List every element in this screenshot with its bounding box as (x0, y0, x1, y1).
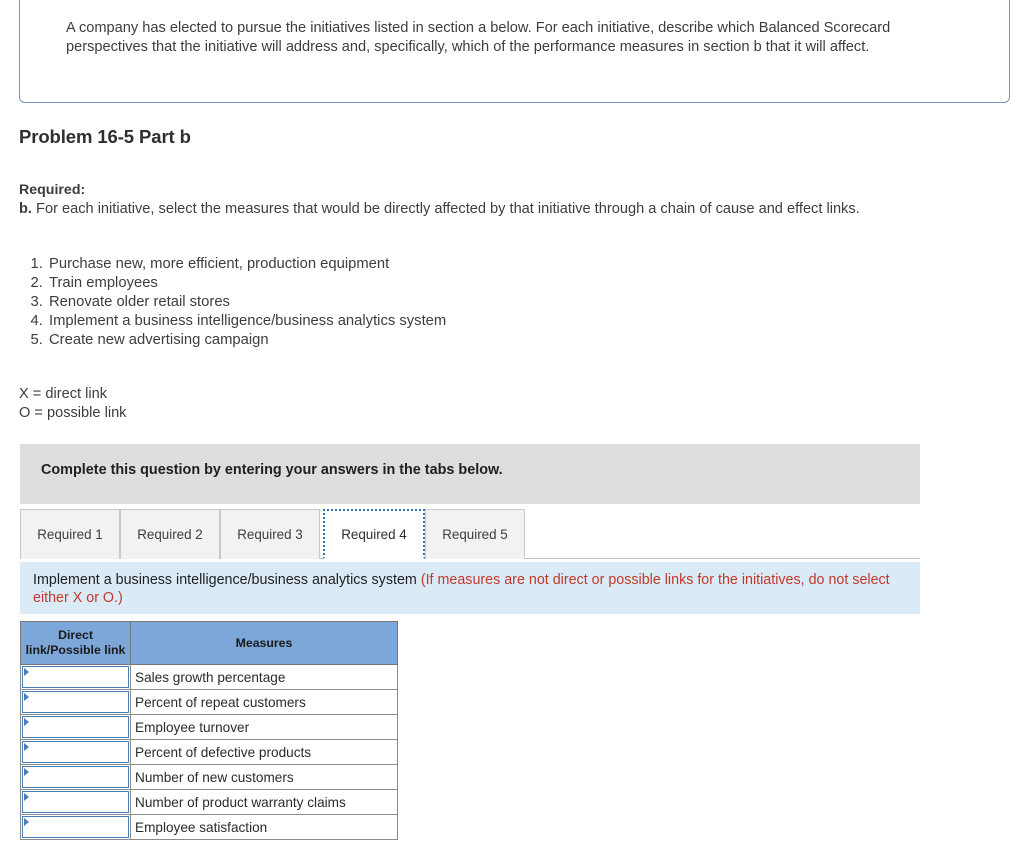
table-row: Percent of defective products (20, 739, 398, 765)
page-title: Problem 16-5 Part b (19, 126, 191, 147)
link-select-cell[interactable] (20, 814, 131, 840)
tab-required-3[interactable]: Required 3 (220, 509, 320, 559)
instruction-banner: Complete this question by entering your … (20, 444, 920, 504)
required-text: For each initiative, select the measures… (36, 201, 860, 217)
dropdown-arrow-icon (24, 768, 29, 776)
intro-panel: A company has elected to pursue the init… (19, 0, 1010, 103)
dropdown-arrow-icon (24, 668, 29, 676)
link-select-cell[interactable] (20, 664, 131, 690)
table-row: Percent of repeat customers (20, 689, 398, 715)
link-select-dropdown[interactable] (22, 666, 129, 688)
column-header-measures: Measures (130, 621, 398, 665)
link-select-dropdown[interactable] (22, 716, 129, 738)
list-item: Purchase new, more efficient, production… (47, 255, 446, 274)
intro-paragraph: A company has elected to pursue the init… (66, 20, 891, 56)
link-select-dropdown[interactable] (22, 691, 129, 713)
dropdown-arrow-icon (24, 793, 29, 801)
answer-table: Direct link/Possible link Measures Sales… (20, 621, 398, 840)
table-row: Employee satisfaction (20, 814, 398, 840)
dropdown-arrow-icon (24, 693, 29, 701)
dropdown-arrow-icon (24, 718, 29, 726)
list-item: Implement a business intelligence/busine… (47, 312, 446, 331)
link-select-cell[interactable] (20, 689, 131, 715)
table-row: Employee turnover (20, 714, 398, 740)
tab-required-1[interactable]: Required 1 (20, 509, 120, 559)
measure-label: Percent of repeat customers (130, 689, 398, 715)
legend-direct-link: X = direct link (19, 386, 108, 402)
measure-label: Employee turnover (130, 714, 398, 740)
tab-required-4[interactable]: Required 4 (323, 509, 425, 559)
list-item: Renovate older retail stores (47, 293, 446, 312)
link-select-cell[interactable] (20, 714, 131, 740)
measure-label: Number of new customers (130, 764, 398, 790)
question-panel-text: Implement a business intelligence/busine… (33, 572, 911, 607)
link-select-cell[interactable] (20, 764, 131, 790)
question-title: Implement a business intelligence/busine… (33, 572, 417, 588)
link-select-dropdown[interactable] (22, 741, 129, 763)
table-row: Number of product warranty claims (20, 789, 398, 815)
table-row: Number of new customers (20, 764, 398, 790)
link-select-dropdown[interactable] (22, 791, 129, 813)
required-label: Required: (19, 182, 86, 198)
table-row: Sales growth percentage (20, 664, 398, 690)
initiatives-list: Purchase new, more efficient, production… (19, 255, 446, 350)
instruction-banner-text: Complete this question by entering your … (41, 462, 503, 478)
dropdown-arrow-icon (24, 743, 29, 751)
tab-required-2[interactable]: Required 2 (120, 509, 220, 559)
link-select-cell[interactable] (20, 789, 131, 815)
measure-label: Sales growth percentage (130, 664, 398, 690)
list-item: Train employees (47, 274, 446, 293)
legend: X = direct link O = possible link (19, 385, 126, 423)
dropdown-arrow-icon (24, 818, 29, 826)
required-instruction: b. For each initiative, select the measu… (19, 201, 1004, 217)
table-header-row: Direct link/Possible link Measures (20, 621, 398, 665)
link-select-dropdown[interactable] (22, 766, 129, 788)
legend-possible-link: O = possible link (19, 405, 127, 422)
tab-required-5[interactable]: Required 5 (425, 509, 525, 559)
tab-strip: Required 1 Required 2 Required 3 Require… (20, 509, 920, 559)
measure-label: Number of product warranty claims (130, 789, 398, 815)
measure-label: Employee satisfaction (130, 814, 398, 840)
question-panel: Implement a business intelligence/busine… (20, 562, 920, 614)
column-header-direct-possible-link: Direct link/Possible link (20, 621, 131, 665)
link-select-dropdown[interactable] (22, 816, 129, 838)
list-item: Create new advertising campaign (47, 331, 446, 350)
required-prefix: b. (19, 201, 32, 217)
link-select-cell[interactable] (20, 739, 131, 765)
measure-label: Percent of defective products (130, 739, 398, 765)
